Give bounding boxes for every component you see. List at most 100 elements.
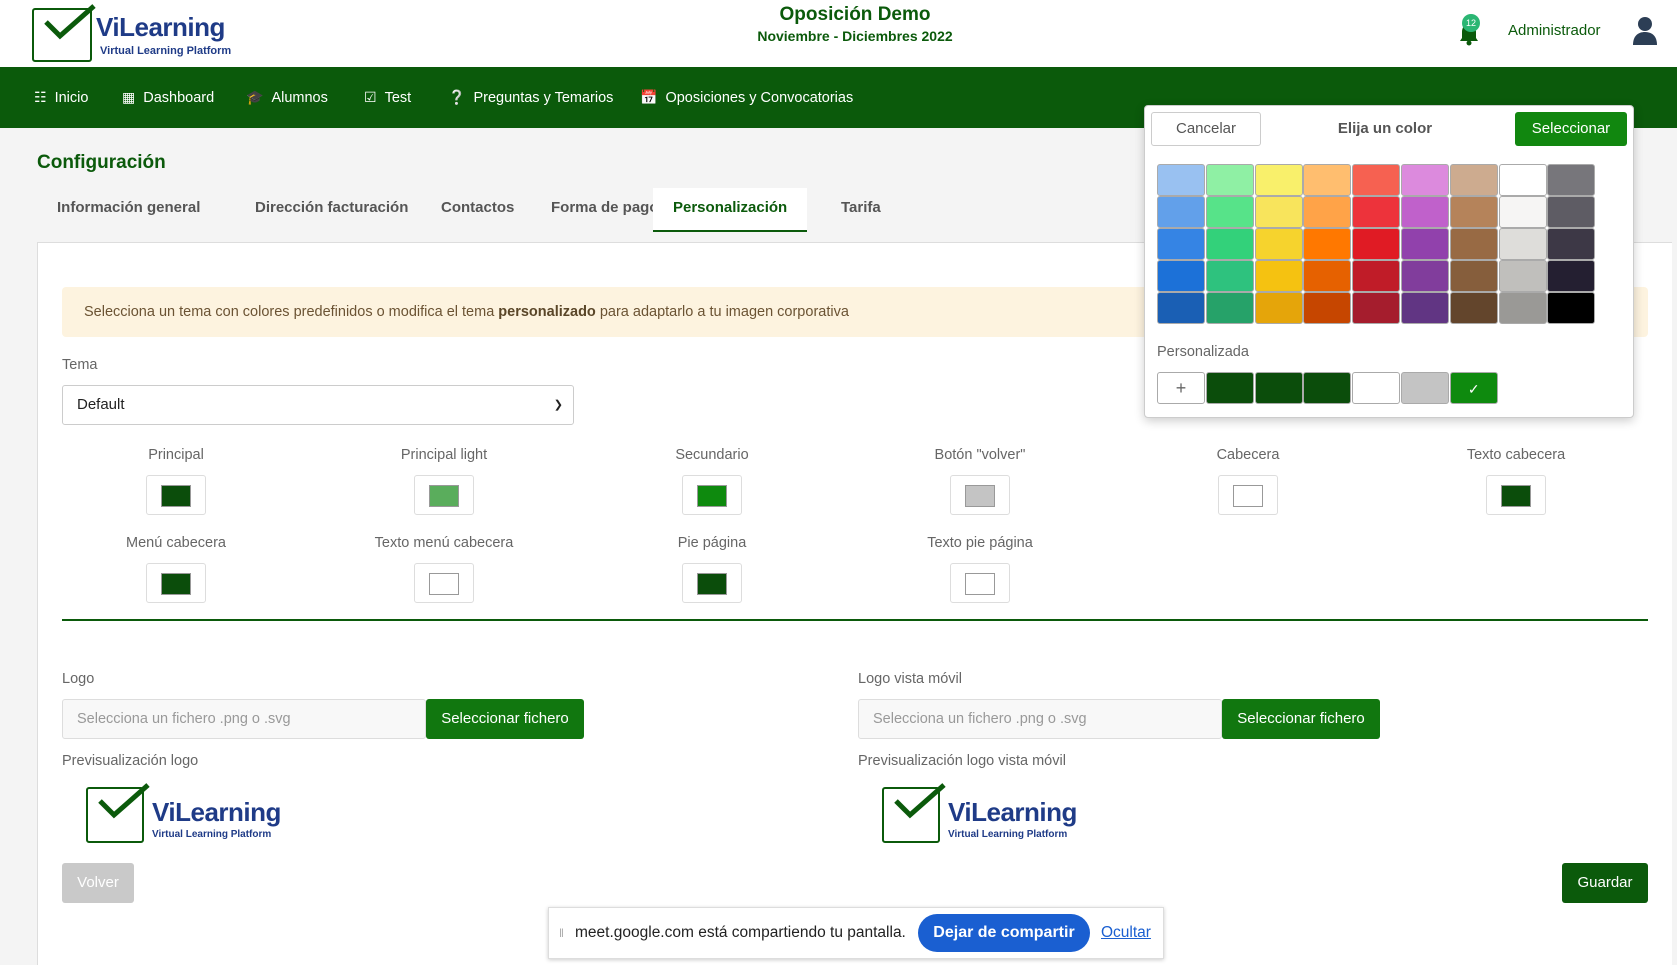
nav-item-inicio[interactable]: ☷ Inicio: [34, 67, 88, 128]
palette-color-swatch[interactable]: [1157, 228, 1205, 260]
checkbox-icon: ☑: [364, 89, 377, 105]
custom-color-swatch[interactable]: ✓: [1449, 372, 1498, 404]
palette-color-swatch[interactable]: [1547, 260, 1596, 292]
palette-color-swatch[interactable]: [1449, 228, 1498, 260]
palette-color-swatch[interactable]: [1449, 164, 1498, 196]
color-boton-volver: Botón "volver": [850, 447, 1110, 520]
palette-color-swatch[interactable]: [1205, 292, 1254, 324]
palette-color-swatch[interactable]: [1303, 292, 1352, 324]
palette-color-swatch[interactable]: [1254, 260, 1303, 292]
palette-color-swatch[interactable]: [1352, 228, 1401, 260]
color-pie-pagina-button[interactable]: [682, 563, 742, 603]
nav-item-oposiciones[interactable]: 📅 Oposiciones y Convocatorias: [640, 67, 853, 128]
palette-color-swatch[interactable]: [1303, 196, 1352, 228]
tab-personalizacion[interactable]: Personalización: [653, 188, 808, 232]
exam-title: Oposición Demo: [779, 4, 931, 25]
exam-info: Oposición Demo Noviembre - Diciembres 20…: [700, 4, 1010, 44]
color-menu-cabecera-button[interactable]: [146, 563, 206, 603]
save-button[interactable]: Guardar: [1562, 863, 1648, 903]
palette-color-swatch[interactable]: [1303, 164, 1352, 196]
color-boton-volver-button[interactable]: [950, 475, 1010, 515]
color-picker-cancel-button[interactable]: Cancelar: [1151, 112, 1261, 146]
palette-color-swatch[interactable]: [1352, 292, 1401, 324]
palette-color-swatch[interactable]: [1352, 260, 1401, 292]
palette-color-swatch[interactable]: [1254, 196, 1303, 228]
nav-item-alumnos[interactable]: 🎓 Alumnos: [246, 67, 328, 128]
custom-color-swatch[interactable]: [1303, 372, 1352, 404]
color-texto-pie-pagina: Texto pie página: [850, 535, 1110, 608]
color-cabecera-button[interactable]: [1218, 475, 1278, 515]
custom-color-swatch[interactable]: [1401, 372, 1449, 404]
color-secundario: Secundario: [582, 447, 842, 520]
palette-color-swatch[interactable]: [1449, 196, 1498, 228]
palette-color-swatch[interactable]: [1401, 292, 1449, 324]
user-name[interactable]: Administrador: [1508, 22, 1601, 39]
logo-subtitle: Virtual Learning Platform: [100, 45, 232, 57]
palette-color-swatch[interactable]: [1547, 228, 1596, 260]
logo-mobile-select-file-button[interactable]: Seleccionar fichero: [1222, 699, 1380, 739]
palette-color-swatch[interactable]: [1547, 164, 1596, 196]
palette-color-swatch[interactable]: [1401, 196, 1449, 228]
tab-tarifa[interactable]: Tarifa: [821, 188, 901, 232]
color-texto-pie-pagina-button[interactable]: [950, 563, 1010, 603]
color-principal-light-button[interactable]: [414, 475, 474, 515]
back-button[interactable]: Volver: [62, 863, 134, 903]
logo-select-file-button[interactable]: Seleccionar fichero: [426, 699, 584, 739]
palette-color-swatch[interactable]: [1254, 164, 1303, 196]
theme-select[interactable]: Default ❯: [62, 385, 574, 425]
palette-color-swatch[interactable]: [1254, 228, 1303, 260]
palette-color-swatch[interactable]: [1303, 228, 1352, 260]
tab-informacion-general[interactable]: Información general: [37, 188, 220, 232]
palette-color-swatch[interactable]: [1157, 196, 1205, 228]
palette-color-swatch[interactable]: [1254, 292, 1303, 324]
add-custom-color-button[interactable]: +: [1157, 372, 1205, 404]
palette-color-swatch[interactable]: [1498, 228, 1547, 260]
palette-color-swatch[interactable]: [1547, 292, 1596, 324]
custom-color-swatch[interactable]: [1254, 372, 1303, 404]
nav-item-dashboard[interactable]: ▦ Dashboard: [122, 67, 214, 128]
palette-color-swatch[interactable]: [1401, 228, 1449, 260]
nav-item-preguntas[interactable]: ❔ Preguntas y Temarios: [448, 67, 613, 128]
palette-color-swatch[interactable]: [1157, 292, 1205, 324]
palette-color-swatch[interactable]: [1401, 260, 1449, 292]
palette-color-swatch[interactable]: [1205, 228, 1254, 260]
hide-share-bar-link[interactable]: Ocultar: [1101, 924, 1151, 942]
palette-color-swatch[interactable]: [1352, 196, 1401, 228]
tab-direccion-facturacion[interactable]: Dirección facturación: [235, 188, 428, 232]
custom-color-swatch[interactable]: [1352, 372, 1401, 404]
palette-color-swatch[interactable]: [1205, 260, 1254, 292]
palette-color-swatch[interactable]: [1498, 292, 1547, 324]
color-picker-select-button[interactable]: Seleccionar: [1515, 112, 1627, 146]
logo-checkbox-icon: [32, 4, 96, 62]
drag-handle-icon[interactable]: ‖: [559, 926, 564, 940]
color-texto-menu-cabecera-button[interactable]: [414, 563, 474, 603]
palette-color-swatch[interactable]: [1205, 164, 1254, 196]
palette-color-swatch[interactable]: [1449, 260, 1498, 292]
check-icon: ✓: [1467, 381, 1480, 397]
palette-color-swatch[interactable]: [1157, 164, 1205, 196]
palette-color-swatch[interactable]: [1498, 164, 1547, 196]
color-texto-cabecera-button[interactable]: [1486, 475, 1546, 515]
logo-file-input[interactable]: Selecciona un fichero .png o .svg: [62, 699, 426, 739]
color-secundario-button[interactable]: [682, 475, 742, 515]
nav-item-test[interactable]: ☑ Test: [364, 67, 411, 128]
palette-color-swatch[interactable]: [1449, 292, 1498, 324]
palette-color-swatch[interactable]: [1498, 196, 1547, 228]
stop-sharing-button[interactable]: Dejar de compartir: [918, 914, 1090, 952]
palette-color-swatch[interactable]: [1157, 260, 1205, 292]
vilearning-logo[interactable]: ViLearning Virtual Learning Platform: [32, 4, 232, 64]
palette-color-swatch[interactable]: [1547, 196, 1596, 228]
user-avatar-icon[interactable]: [1632, 16, 1658, 51]
palette-color-swatch[interactable]: [1205, 196, 1254, 228]
dashboard-icon: ▦: [122, 89, 136, 105]
palette-color-swatch[interactable]: [1303, 260, 1352, 292]
tab-contactos[interactable]: Contactos: [421, 188, 534, 232]
screen-share-bar: ‖ meet.google.com está compartiendo tu p…: [548, 907, 1164, 959]
logo-mobile-file-input[interactable]: Selecciona un fichero .png o .svg: [858, 699, 1222, 739]
palette-color-swatch[interactable]: [1401, 164, 1449, 196]
custom-color-swatch[interactable]: [1205, 372, 1254, 404]
palette-color-swatch[interactable]: [1352, 164, 1401, 196]
palette-color-swatch[interactable]: [1498, 260, 1547, 292]
section-divider: [62, 619, 1648, 621]
color-principal-button[interactable]: [146, 475, 206, 515]
